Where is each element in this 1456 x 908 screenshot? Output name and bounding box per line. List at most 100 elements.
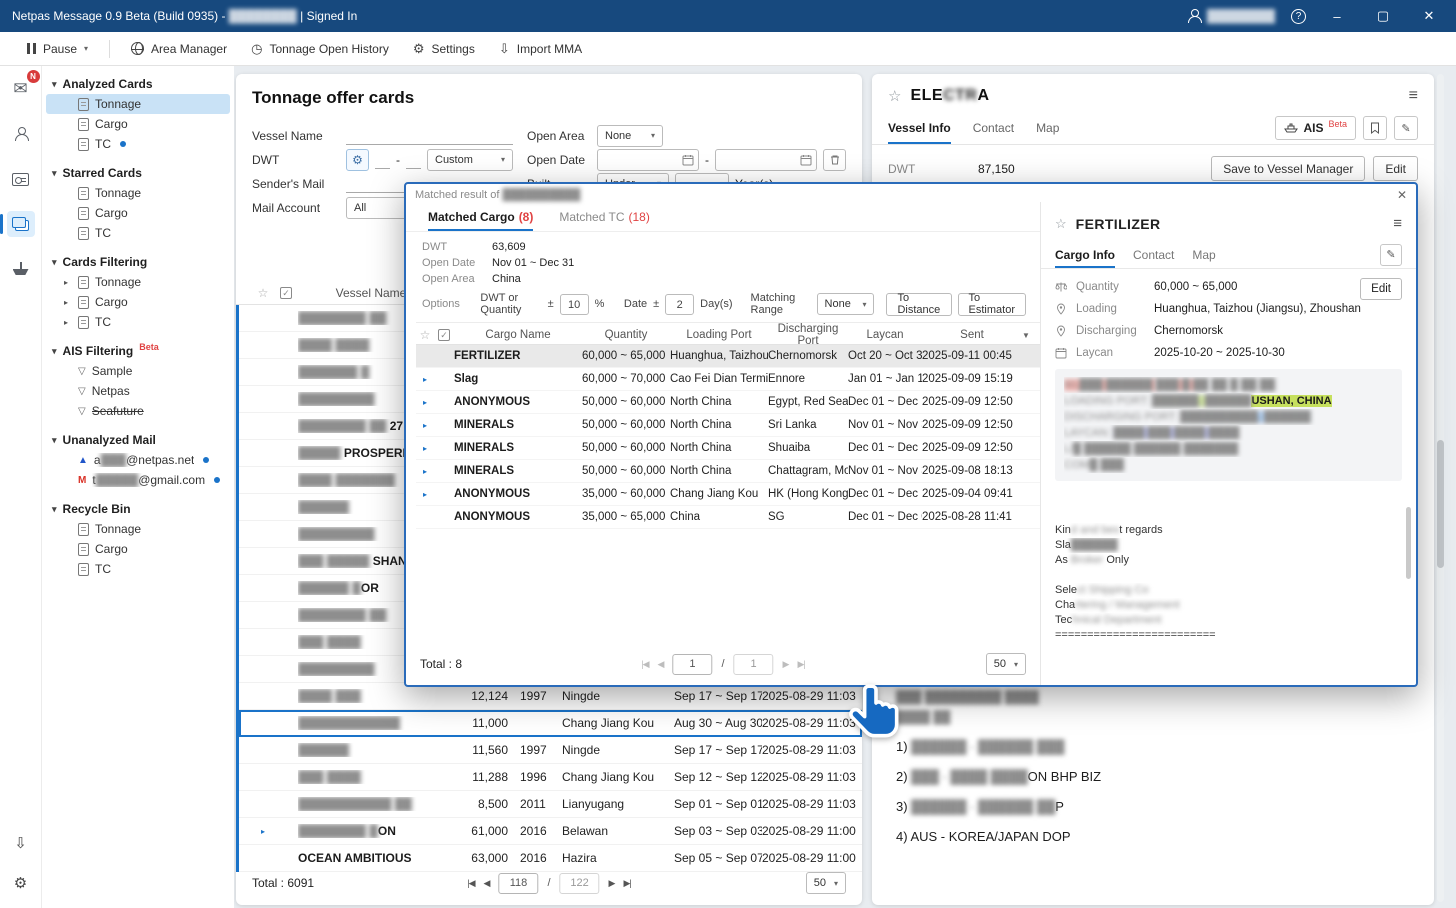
sidebar-group-header-ais-filtering[interactable]: ▾AIS FilteringBeta (46, 341, 230, 361)
cargo-name-header[interactable]: Cargo Name (454, 329, 582, 341)
clear-dates-button[interactable] (823, 149, 846, 171)
nav-cards-button[interactable] (7, 211, 35, 237)
nav-contacts-button[interactable] (7, 121, 35, 147)
sidebar-item-sample[interactable]: ▽Sample (46, 361, 230, 381)
sidebar-item-cargo[interactable]: ▸Cargo (46, 292, 230, 312)
tab-vessel-contact[interactable]: Contact (973, 112, 1014, 144)
sidebar-group-header-starred-cards[interactable]: ▾Starred Cards (46, 163, 230, 183)
help-button[interactable]: ? (1291, 9, 1306, 24)
sidebar-item-seafuture[interactable]: ▽Seafuture (46, 401, 230, 421)
matched-cargo-row[interactable]: ▸MINERALS50,000 ~ 60,000North ChinaShuai… (416, 437, 1040, 460)
cargo-star-icon[interactable]: ☆ (1055, 216, 1067, 232)
sidebar-item-cargo[interactable]: Cargo (46, 539, 230, 559)
tab-cargo-contact[interactable]: Contact (1133, 241, 1174, 268)
laycan-header[interactable]: Laycan (848, 329, 922, 341)
table-row[interactable]: ███ ████11,2881996Chang Jiang KouSep 12 … (239, 764, 862, 791)
star-column-icon[interactable]: ☆ (416, 328, 434, 342)
table-row[interactable]: OCEAN AMBITIOUS63,0002016HaziraSep 05 ~ … (239, 845, 862, 872)
dwt-max-input[interactable] (406, 150, 421, 169)
matched-cargo-row[interactable]: FERTILIZER60,000 ~ 65,000Huanghua, Taizh… (416, 345, 1040, 368)
sidebar-item-cargo[interactable]: Cargo (46, 203, 230, 223)
tab-cargo-info[interactable]: Cargo Info (1055, 241, 1115, 268)
vessel-name-input[interactable] (346, 126, 513, 145)
tab-matched-cargo[interactable]: Matched Cargo (8) (428, 202, 533, 231)
sidebar-item-tc[interactable]: TC (46, 223, 230, 243)
sidebar-item-tonnage[interactable]: Tonnage (46, 94, 230, 114)
tab-matched-tc[interactable]: Matched TC (18) (559, 202, 649, 231)
tab-cargo-map[interactable]: Map (1192, 241, 1215, 268)
account-menu[interactable]: ████████ (1187, 9, 1275, 23)
current-page-input[interactable]: 118 (498, 873, 538, 894)
scrollbar-thumb[interactable] (1437, 440, 1444, 568)
edit-cargo-button[interactable]: Edit (1360, 278, 1402, 300)
detail-scrollbar-thumb[interactable] (1406, 507, 1411, 579)
nav-card-viewer-button[interactable] (7, 166, 35, 192)
sent-header[interactable]: Sent (922, 329, 1022, 341)
edit-cargo-icon-button[interactable]: ✎ (1380, 244, 1402, 266)
sidebar-group-header-unanalyzed-mail[interactable]: ▾Unanalyzed Mail (46, 430, 230, 450)
matched-cargo-row[interactable]: ▸MINERALS50,000 ~ 60,000North ChinaSri L… (416, 414, 1040, 437)
settings-button[interactable]: ⚙ Settings (402, 37, 486, 61)
open-date-from-input[interactable] (597, 149, 699, 171)
tab-vessel-info[interactable]: Vessel Info (888, 112, 951, 144)
hamburger-menu-icon[interactable]: ≡ (1409, 87, 1418, 105)
table-row[interactable]: ███████████ ██8,5002011LianyugangSep 01 … (239, 791, 862, 818)
window-scrollbar[interactable] (1437, 74, 1444, 902)
matched-cargo-row[interactable]: ▸ANONYMOUS35,000 ~ 60,000Chang Jiang Kou… (416, 483, 1040, 506)
favorite-star-icon[interactable]: ☆ (888, 87, 901, 105)
sidebar-item-gmail-account[interactable]: Mt█████@gmail.com (46, 470, 230, 490)
open-date-to-input[interactable] (715, 149, 817, 171)
edit-vessel-button[interactable]: Edit (1373, 156, 1418, 181)
pause-button[interactable]: Pause ▾ (16, 37, 99, 61)
close-button[interactable]: ✕ (1414, 8, 1444, 24)
modal-close-icon[interactable]: ✕ (1397, 188, 1407, 202)
tab-vessel-map[interactable]: Map (1036, 112, 1059, 144)
last-page-icon[interactable]: ▶| (623, 878, 630, 889)
to-distance-button[interactable]: To Distance (886, 293, 951, 316)
next-page-icon[interactable]: ▶ (609, 878, 615, 889)
open-area-select[interactable]: None ▾ (597, 125, 663, 147)
table-row[interactable]: ██████11,5601997NingdeSep 17 ~ Sep 17202… (239, 737, 862, 764)
save-card-button[interactable] (1363, 116, 1387, 140)
table-row[interactable]: ████████████11,000Chang Jiang KouAug 30 … (239, 710, 862, 737)
modal-page-size-select[interactable]: 50 ▾ (986, 653, 1026, 675)
dwt-tolerance-input[interactable]: 10 (560, 294, 589, 315)
dwt-settings-button[interactable]: ⚙ (346, 149, 369, 171)
matched-cargo-row[interactable]: ▸MINERALS50,000 ~ 60,000North ChinaChatt… (416, 460, 1040, 483)
sidebar-item-netpas[interactable]: ▽Netpas (46, 381, 230, 401)
matched-cargo-row[interactable]: ANONYMOUS35,000 ~ 65,000ChinaSGDec 01 ~ … (416, 506, 1040, 529)
first-page-icon[interactable]: |◀ (641, 659, 648, 670)
dwt-preset-select[interactable]: Custom ▾ (427, 149, 513, 171)
prev-page-icon[interactable]: ◀ (484, 878, 490, 889)
import-mma-button[interactable]: ⇩ Import MMA (488, 37, 593, 61)
to-estimator-button[interactable]: To Estimator (958, 293, 1026, 316)
page-size-select[interactable]: 50 ▾ (806, 872, 846, 894)
minimize-button[interactable]: – (1322, 9, 1352, 24)
checkbox-column-icon[interactable]: ✓ (280, 287, 292, 299)
app-settings-button[interactable]: ⚙ (7, 870, 35, 896)
next-page-icon[interactable]: ▶ (783, 659, 789, 670)
area-manager-button[interactable]: Area Manager (120, 37, 238, 61)
sidebar-group-header-cards-filtering[interactable]: ▾Cards Filtering (46, 252, 230, 272)
sidebar-item-tc[interactable]: TC (46, 134, 230, 154)
matching-range-select[interactable]: None ▾ (817, 293, 875, 315)
sidebar-item-netpas-account[interactable]: ▲a███@netpas.net (46, 450, 230, 470)
sidebar-item-tc[interactable]: ▸TC (46, 312, 230, 332)
discharging-port-header[interactable]: Discharging Port (768, 323, 848, 347)
nav-mail-button[interactable]: ✉ N (7, 76, 35, 102)
matched-cargo-row[interactable]: ▸Slag60,000 ~ 70,000Cao Fei Dian Termi..… (416, 368, 1040, 391)
sidebar-item-tonnage[interactable]: Tonnage (46, 183, 230, 203)
prev-page-icon[interactable]: ◀ (658, 659, 664, 670)
loading-port-header[interactable]: Loading Port (670, 329, 768, 341)
dwt-min-input[interactable] (375, 150, 390, 169)
table-row[interactable]: ████ ███12,1241997NingdeSep 17 ~ Sep 172… (239, 683, 862, 710)
table-row[interactable]: ▸████████ █ON61,0002016BelawanSep 03 ~ S… (239, 818, 862, 845)
sidebar-group-header-recycle-bin[interactable]: ▾Recycle Bin (46, 499, 230, 519)
sidebar-item-tc[interactable]: TC (46, 559, 230, 579)
date-tolerance-input[interactable]: 2 (665, 294, 694, 315)
nav-vessels-button[interactable] (7, 256, 35, 282)
maximize-button[interactable]: ▢ (1368, 8, 1398, 24)
last-page-icon[interactable]: ▶| (797, 659, 804, 670)
sidebar-item-cargo[interactable]: Cargo (46, 114, 230, 134)
checkbox-column-icon[interactable]: ✓ (438, 329, 450, 341)
